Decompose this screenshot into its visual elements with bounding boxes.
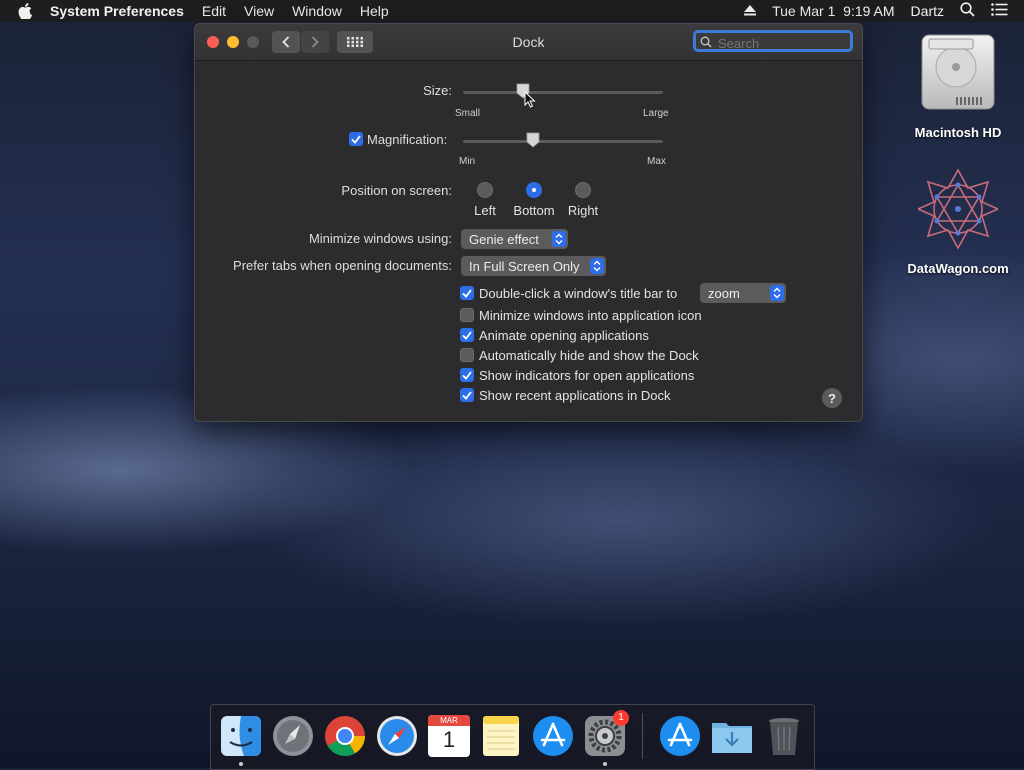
minimize-into-app-icon-checkbox[interactable] — [460, 308, 474, 322]
position-bottom-radio[interactable] — [526, 182, 542, 198]
popup-arrows-icon — [590, 258, 604, 274]
datawagon-label: DataWagon.com — [907, 261, 1009, 276]
double-click-checkbox[interactable] — [460, 286, 474, 300]
position-bottom-label: Bottom — [513, 203, 555, 218]
show-indicators-checkbox[interactable] — [460, 368, 474, 382]
double-click-label: Double-click a window's title bar to — [479, 286, 678, 301]
app-name-menu[interactable]: System Preferences — [50, 3, 184, 19]
size-slider-track[interactable] — [463, 91, 663, 94]
minimize-effect-popup[interactable]: Genie effect — [461, 229, 568, 249]
search-field[interactable] — [693, 30, 853, 52]
finder-running-indicator — [239, 762, 243, 766]
notes-icon[interactable] — [480, 715, 522, 757]
datawagon-icon[interactable] — [918, 168, 998, 250]
trash-icon[interactable] — [763, 715, 805, 757]
notification-badge: 1 — [613, 710, 629, 726]
auto-hide-dock-label: Automatically hide and show the Dock — [479, 348, 699, 363]
position-right-radio[interactable] — [575, 182, 591, 198]
popup-arrows-icon — [552, 231, 566, 247]
menu-bar: System Preferences Edit View Window Help… — [0, 0, 1024, 22]
dock: MAR 1 1 — [210, 704, 815, 770]
menu-window[interactable]: Window — [292, 3, 342, 19]
calendar-icon[interactable]: MAR 1 — [428, 715, 470, 757]
downloads-folder-icon[interactable] — [711, 715, 753, 757]
notification-center-icon[interactable] — [991, 3, 1008, 19]
position-left-radio[interactable] — [477, 182, 493, 198]
clock[interactable]: Tue Mar 1 9:19 AM — [772, 3, 894, 19]
system-preferences-running-indicator — [603, 762, 607, 766]
show-recent-apps-checkbox[interactable] — [460, 388, 474, 402]
popup-arrows-icon — [770, 285, 784, 301]
dock-preferences-window: Dock Size: Small Large Magnification: Mi… — [194, 23, 863, 422]
position-label: Position on screen: — [341, 183, 452, 198]
apple-menu-icon[interactable] — [18, 3, 34, 19]
show-indicators-label: Show indicators for open applications — [479, 368, 695, 383]
position-left-label: Left — [474, 203, 496, 218]
prefer-tabs-popup[interactable]: In Full Screen Only — [461, 256, 606, 276]
title-bar[interactable]: Dock — [195, 24, 862, 61]
mouse-cursor-icon — [524, 91, 536, 108]
magnification-min-label: Min — [459, 156, 476, 167]
animate-opening-checkbox[interactable] — [460, 328, 474, 342]
size-label: Size: — [423, 83, 452, 98]
dock-divider — [642, 713, 643, 759]
minimize-effect-value: Genie effect — [469, 231, 539, 247]
double-click-action-value: zoom — [708, 285, 740, 301]
menu-view[interactable]: View — [244, 3, 274, 19]
spotlight-search-icon[interactable] — [960, 2, 975, 20]
magnification-checkbox[interactable] — [349, 132, 363, 146]
show-recent-apps-label: Show recent applications in Dock — [479, 388, 671, 403]
calendar-month: MAR — [428, 715, 470, 726]
auto-hide-dock-checkbox[interactable] — [460, 348, 474, 362]
calendar-day: 1 — [442, 727, 456, 752]
prefer-tabs-label: Prefer tabs when opening documents: — [233, 258, 452, 273]
checkmark-icon — [351, 134, 361, 144]
checkmark-icon — [462, 288, 472, 298]
app-store-icon[interactable] — [532, 715, 574, 757]
eject-icon[interactable] — [744, 3, 757, 19]
prefer-tabs-value: In Full Screen Only — [469, 258, 580, 274]
user-menu[interactable]: Dartz — [911, 3, 944, 19]
launchpad-icon[interactable] — [272, 715, 314, 757]
magnification-max-label: Max — [647, 156, 666, 167]
search-icon — [700, 36, 712, 48]
safari-icon[interactable] — [376, 715, 418, 757]
menu-help[interactable]: Help — [360, 3, 389, 19]
checkmark-icon — [462, 330, 472, 340]
checkmark-icon — [462, 370, 472, 380]
size-max-label: Large — [643, 108, 669, 119]
size-min-label: Small — [455, 108, 481, 119]
position-right-label: Right — [567, 203, 599, 218]
menu-edit[interactable]: Edit — [202, 3, 226, 19]
magnification-label: Magnification: — [367, 132, 448, 147]
app-store-recent-icon[interactable] — [659, 715, 701, 757]
finder-icon[interactable] — [220, 715, 262, 757]
minimize-into-app-icon-label: Minimize windows into application icon — [479, 308, 702, 323]
double-click-action-popup[interactable]: zoom — [700, 283, 786, 303]
help-button[interactable]: ? — [822, 388, 842, 408]
magnification-slider-thumb[interactable] — [526, 132, 540, 148]
minimize-label: Minimize windows using: — [308, 231, 452, 246]
search-input[interactable] — [716, 34, 838, 52]
checkmark-icon — [462, 390, 472, 400]
chrome-icon[interactable] — [324, 715, 366, 757]
magnification-slider-track[interactable] — [463, 140, 663, 143]
animate-opening-label: Animate opening applications — [479, 328, 649, 343]
hard-drive-icon[interactable] — [920, 33, 996, 111]
macintosh-hd-label: Macintosh HD — [914, 125, 1002, 140]
